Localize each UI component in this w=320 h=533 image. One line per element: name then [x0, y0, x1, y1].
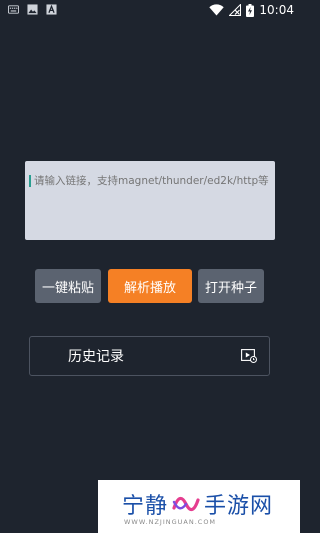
link-input[interactable]	[29, 175, 276, 187]
status-bar: 10:04	[0, 0, 300, 22]
watermark-title: 宁静 手游网	[122, 488, 273, 520]
watermark-right-text: 手游网	[204, 494, 274, 519]
battery-charging-icon	[246, 3, 255, 17]
watermark-left-text: 宁静	[122, 494, 169, 519]
paste-button[interactable]: 一键粘贴	[35, 269, 101, 303]
signal-off-icon	[229, 4, 242, 16]
image-icon	[27, 4, 38, 15]
parse-play-button[interactable]: 解析播放	[108, 269, 192, 303]
open-torrent-button[interactable]: 打开种子	[198, 269, 264, 303]
history-video-icon	[241, 349, 257, 363]
history-button[interactable]: 历史记录	[29, 336, 270, 376]
watermark: 宁静 手游网 WWW.NZJINGUAN.COM	[98, 480, 300, 533]
keyboard-icon	[8, 5, 19, 14]
status-left-icons	[8, 4, 57, 15]
status-right-icons: 10:04	[209, 3, 294, 17]
history-label: 历史记录	[68, 349, 124, 365]
link-input-box[interactable]	[25, 161, 276, 240]
watermark-logo-icon	[172, 496, 200, 512]
wifi-icon	[209, 4, 225, 16]
watermark-url: WWW.NZJINGUAN.COM	[124, 518, 217, 526]
status-time: 10:04	[259, 3, 294, 17]
a-icon	[46, 4, 57, 15]
